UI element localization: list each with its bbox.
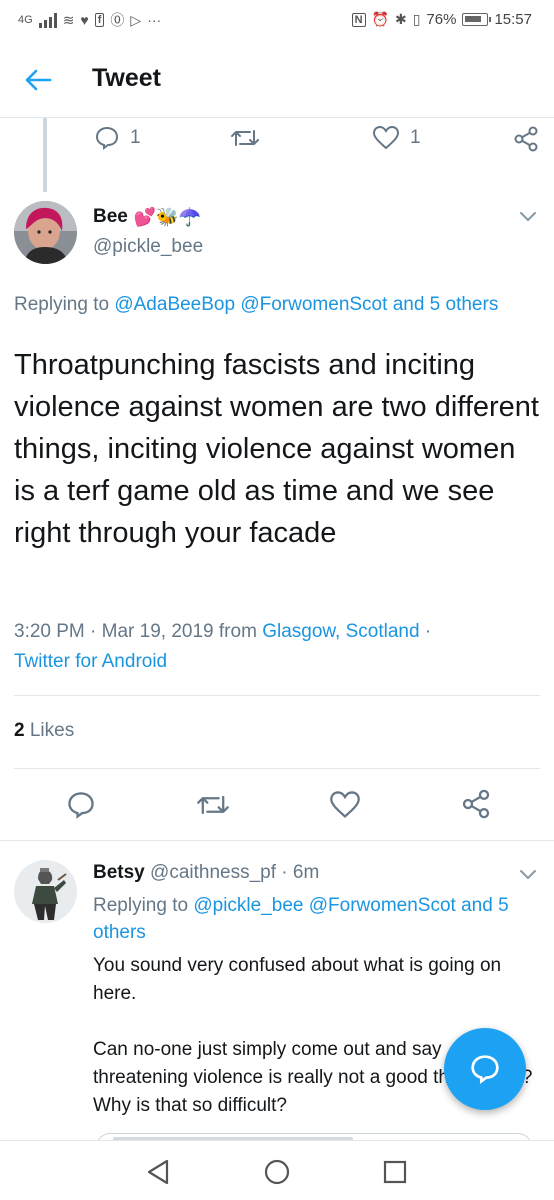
tweet-meta: 3:20 PM · Mar 19, 2019 from Glasgow, Sco… — [14, 621, 432, 672]
reply-author-handle: @caithness_pf — [150, 862, 276, 883]
previous-share-button[interactable] — [512, 125, 540, 153]
arrow-left-icon — [25, 69, 52, 91]
previous-retweet-button[interactable] — [230, 125, 260, 151]
retweet-icon — [231, 130, 259, 146]
likes-label: Likes — [29, 720, 75, 741]
status-right-indicators: N ⏰ ✱ ▯ 76% 15:57 — [351, 11, 532, 28]
speech-bubble-icon — [68, 792, 94, 819]
share-icon — [514, 126, 538, 152]
signal-icon — [38, 12, 57, 28]
previous-like-button[interactable]: 1 — [372, 125, 421, 151]
network-type: 4G — [18, 14, 33, 26]
bluetooth-icon: ✱ — [394, 11, 407, 27]
reply-options-button[interactable] — [516, 862, 540, 886]
mention-link[interactable]: @ForwomenScot — [309, 895, 456, 916]
square-recents-icon — [383, 1160, 407, 1184]
reply-author-name: Betsy — [93, 862, 145, 883]
replying-to: Replying to @AdaBeeBop @ForwomenScot and… — [14, 290, 534, 320]
avatar[interactable] — [14, 201, 77, 264]
replying-prefix: Replying to — [93, 895, 189, 916]
reply-avatar[interactable] — [14, 860, 77, 923]
page-title: Tweet — [92, 64, 161, 92]
heart-icon — [372, 125, 400, 150]
nav-recents-button[interactable] — [380, 1157, 410, 1187]
battery-percent: 76% — [426, 11, 457, 28]
share-icon — [462, 789, 490, 819]
chevron-down-icon — [520, 212, 536, 221]
chevron-down-icon — [520, 870, 536, 879]
replying-prefix: Replying to — [14, 294, 110, 315]
app-header: Tweet — [0, 44, 554, 118]
notification-icon: ≋ — [62, 11, 75, 28]
compose-reply-icon — [471, 1055, 499, 1085]
more-notifications: ··· — [147, 12, 162, 28]
system-nav-bar — [0, 1140, 554, 1200]
reply-button[interactable] — [66, 790, 96, 820]
divider — [0, 840, 554, 841]
author-name: Bee — [93, 206, 128, 227]
mention-link[interactable]: @pickle_bee — [193, 895, 303, 916]
compose-reply-button[interactable] — [444, 1028, 526, 1110]
nav-back-button[interactable] — [143, 1157, 173, 1187]
vibrate-icon: ▯ — [412, 11, 421, 27]
previous-reply-button[interactable]: 1 — [94, 125, 141, 151]
divider — [14, 768, 540, 769]
others-link[interactable]: and 5 others — [393, 294, 499, 315]
retweet-button[interactable] — [196, 790, 230, 820]
nav-home-button[interactable] — [262, 1157, 292, 1187]
status-left-indicators: 4G ≋ ♥ f ⓪ ▷ ··· — [18, 10, 161, 30]
like-button[interactable] — [329, 790, 361, 820]
thread-connector-line — [43, 118, 47, 192]
clock: 15:57 — [494, 11, 532, 28]
reply-replying-to: Replying to @pickle_bee @ForwomenScot an… — [93, 892, 543, 946]
triangle-back-icon — [147, 1159, 169, 1185]
location-link[interactable]: Glasgow, Scotland — [262, 621, 419, 642]
circle-home-icon — [264, 1159, 290, 1185]
reply-paragraph: You sound very confused about what is go… — [93, 955, 502, 1004]
heart-notification-icon: ♥ — [80, 12, 89, 28]
avatar-image — [14, 201, 77, 264]
previous-like-count: 1 — [410, 127, 421, 148]
play-icon: ▷ — [130, 11, 142, 28]
mention-link[interactable]: @AdaBeeBop — [114, 294, 235, 315]
reply-header: Betsy @caithness_pf · 6m — [93, 862, 320, 883]
speech-bubble-icon — [95, 126, 119, 150]
battery-icon — [462, 13, 492, 26]
tweet-date: Mar 19, 2019 — [101, 621, 214, 642]
previous-reply-count: 1 — [130, 127, 141, 148]
tweet-time: 3:20 PM — [14, 621, 85, 642]
nfc-icon: N — [351, 12, 366, 27]
heart-icon — [330, 791, 360, 818]
from-label: from — [218, 621, 257, 642]
author-emoji: 💕🐝☂️ — [133, 206, 202, 227]
client-link[interactable]: Twitter for Android — [14, 651, 167, 672]
app-notification-icon: ⓪ — [110, 12, 125, 28]
author-name-row: Bee 💕🐝☂️ — [93, 206, 201, 228]
divider — [14, 695, 540, 696]
tweet-options-button[interactable] — [516, 204, 540, 228]
reply-age: 6m — [292, 862, 320, 883]
status-bar: 4G ≋ ♥ f ⓪ ▷ ··· N ⏰ ✱ ▯ 76% 15:57 — [0, 0, 554, 44]
likes-summary[interactable]: 2 Likes — [14, 720, 74, 742]
author-handle: @pickle_bee — [93, 236, 204, 257]
reply-avatar-image — [14, 860, 77, 923]
retweet-icon — [197, 795, 229, 815]
mention-link[interactable]: @ForwomenScot — [240, 294, 387, 315]
likes-count: 2 — [14, 720, 25, 741]
share-button[interactable] — [460, 788, 492, 820]
tweet-text: Throatpunching fascists and inciting vio… — [14, 349, 539, 549]
alarm-icon: ⏰ — [371, 11, 389, 27]
facebook-icon: f — [94, 13, 105, 27]
back-button[interactable] — [18, 62, 58, 98]
